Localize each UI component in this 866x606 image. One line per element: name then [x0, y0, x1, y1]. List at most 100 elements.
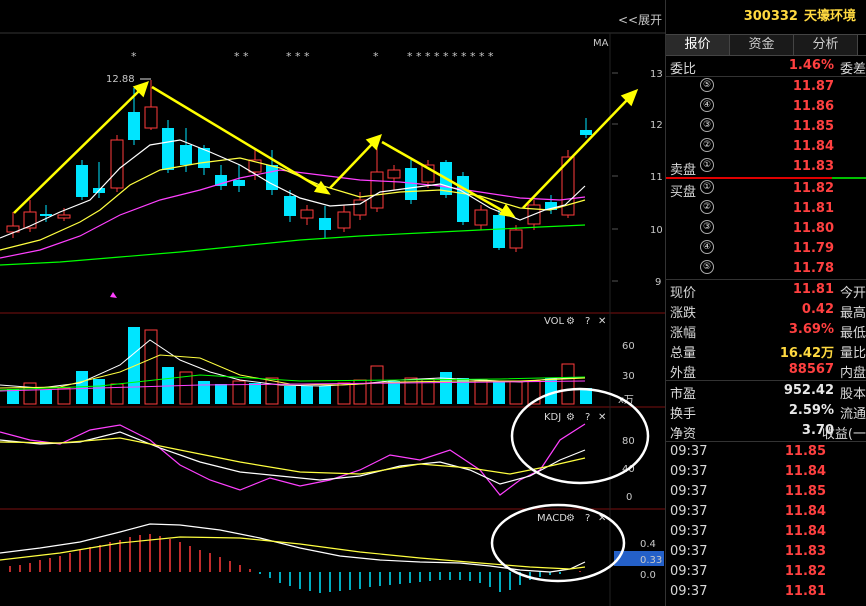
tab-funds[interactable]: 资金: [730, 35, 794, 55]
row-label: 买盘: [670, 185, 697, 200]
kdj-close-icon[interactable]: ✕: [598, 412, 606, 423]
macd-settings-icon[interactable]: ⚙: [566, 513, 575, 524]
trade-time: 09:37: [670, 464, 708, 479]
volume-bars: [7, 327, 592, 405]
stock-name: 天壕环境: [803, 9, 856, 24]
webi-row: 委比 1.46% 委差: [666, 56, 866, 77]
row-suffix: 流通: [839, 407, 866, 422]
row-value: 0.42: [801, 302, 834, 317]
trade-price: 11.85: [784, 444, 826, 459]
sell-order-book: ⑤ 11.87 ④ 11.86 ③ 11.85 ② 11.84 卖盘 ① 11.83: [666, 77, 866, 178]
row-label: 净资: [670, 427, 697, 442]
buy-order-book: 买盘 ① 11.82 ② 11.81 ③ 11.80 ④ 11.79 ⑤ 11.78: [666, 179, 866, 279]
star-mark: * * *: [286, 50, 310, 63]
volume-bar: [215, 384, 227, 404]
kdj-help-icon[interactable]: ?: [585, 412, 590, 423]
level-number: ⑤: [700, 260, 714, 274]
trade-time: 09:37: [670, 544, 708, 559]
level-number: ⑤: [700, 78, 714, 92]
quote-row: 总量 16.42万 量比: [666, 340, 866, 361]
quote-panel: 300332 天壕环境 报价 资金 分析 委比 1.46% 委差 ⑤ 11.87 ④ 1…: [665, 0, 866, 606]
vol-help-icon[interactable]: ?: [585, 316, 590, 327]
stock-code: 300332: [743, 9, 798, 24]
tab-analysis[interactable]: 分析: [794, 35, 858, 55]
candle-body: [337, 211, 351, 229]
candle-body: [353, 199, 367, 216]
stock-title: 300332 天壕环境: [666, 0, 866, 34]
trade-tick-row: 09:37 11.85: [666, 482, 866, 502]
candle-body: [40, 214, 52, 216]
buy-level-row: ④ 11.79: [666, 239, 866, 259]
high-price-label: 12.88: [106, 74, 135, 85]
expand-button[interactable]: <<展开: [618, 11, 662, 28]
row-value: 2.59%: [788, 403, 834, 418]
volume-bar: [76, 371, 88, 404]
panel-tabs: 报价 资金 分析: [666, 34, 866, 56]
candle-body: [76, 165, 88, 197]
candle-body: [319, 218, 331, 230]
level-number: ④: [700, 240, 714, 254]
row-label: 卖盘: [670, 163, 697, 178]
buy-level-row: ② 11.81: [666, 199, 866, 219]
buy-level-row: ⑤ 11.78: [666, 259, 866, 279]
kline-chart[interactable]: MA 13 12 11 10 9 * * * * * * * * * * * *…: [0, 0, 665, 606]
buy-level-row: ③ 11.80: [666, 219, 866, 239]
row-value: 88567: [788, 362, 834, 377]
trade-tick-row: 09:37 11.84: [666, 522, 866, 542]
tab-quote[interactable]: 报价: [666, 35, 730, 55]
candle-body: [180, 145, 192, 165]
sell-level-row: ② 11.84: [666, 137, 866, 157]
trade-price: 11.82: [784, 564, 826, 579]
candle-body: [162, 128, 174, 170]
price-tick: 9: [655, 277, 661, 288]
trade-price: 11.84: [784, 524, 826, 539]
volume-bar: [509, 380, 523, 405]
ma-label: MA: [593, 38, 609, 49]
volume-bar: [128, 327, 140, 404]
trade-time: 09:37: [670, 484, 708, 499]
sell-level-row: ④ 11.86: [666, 97, 866, 117]
row-value: 11.79: [792, 241, 834, 256]
price-tick: 10: [650, 225, 663, 236]
macd-tick: 0.0: [640, 570, 656, 581]
trade-time: 09:37: [670, 584, 708, 599]
row-value: 952.42: [783, 383, 834, 398]
row-label: 市盈: [670, 387, 697, 402]
vol-tick: 30: [622, 371, 635, 382]
row-value: 11.84: [792, 139, 834, 154]
candle-body: [457, 176, 469, 222]
row-value: 11.78: [792, 261, 834, 276]
macd-help-icon[interactable]: ?: [585, 513, 590, 524]
kdj-label: KDJ: [544, 412, 561, 423]
level-number: ①: [700, 158, 714, 172]
vol-settings-icon[interactable]: ⚙: [566, 316, 575, 327]
row-label: 外盘: [670, 366, 697, 381]
row-suffix: 股本: [839, 387, 866, 402]
volume-bar: [40, 390, 52, 404]
star-mark: *: [373, 50, 379, 63]
sell-level-row: ③ 11.85: [666, 117, 866, 137]
row-label: 总量: [670, 346, 697, 361]
vol-close-icon[interactable]: ✕: [598, 316, 606, 327]
volume-bar: [561, 363, 575, 405]
candle-body: [233, 180, 245, 186]
volume-bar: [7, 389, 19, 404]
row-value: 11.87: [792, 79, 834, 94]
kline-chart-area[interactable]: MA 13 12 11 10 9 * * * * * * * * * * * *…: [0, 0, 665, 606]
volume-bar: [249, 383, 261, 404]
vol-tick: 60: [622, 341, 635, 352]
kdj-settings-icon[interactable]: ⚙: [566, 412, 575, 423]
row-label: 涨跌: [670, 306, 697, 321]
level-number: ②: [700, 200, 714, 214]
trade-tick-row: 09:37 11.82: [666, 562, 866, 582]
quote-row: 涨跌 0.42 最高: [666, 300, 866, 321]
row-value: 11.85: [792, 119, 834, 134]
fundamental-row: 市盈 952.42 股本: [666, 381, 866, 402]
volume-bar: [474, 379, 488, 405]
kdj-tick: 80: [622, 436, 635, 447]
trade-tick-row: 09:37 11.84: [666, 502, 866, 522]
trade-price: 11.84: [784, 504, 826, 519]
star-mark: * * * * * * * * * *: [407, 50, 494, 63]
level-number: ③: [700, 220, 714, 234]
trend-arrows: [13, 81, 639, 218]
